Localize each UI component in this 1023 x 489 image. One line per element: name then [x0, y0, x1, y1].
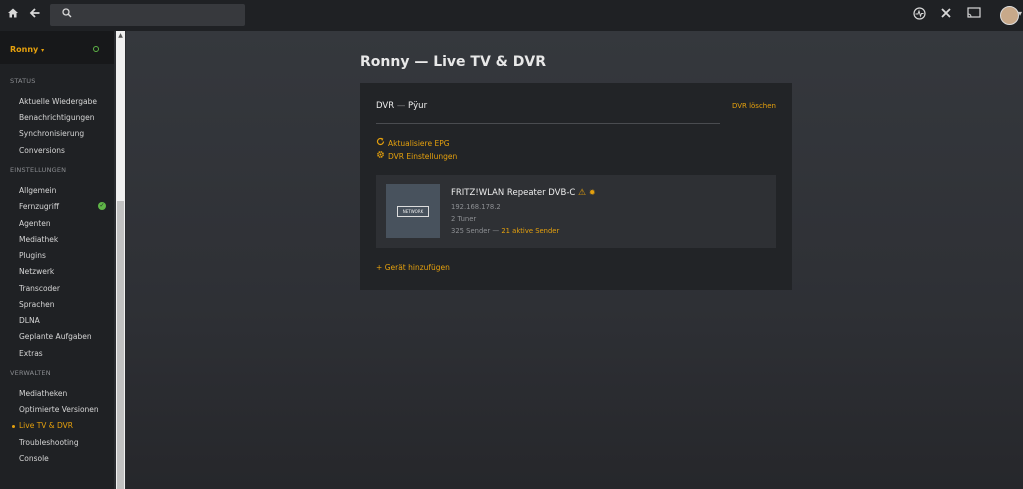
user-name[interactable]: Ronny ▾ — [10, 45, 44, 54]
dvr-settings-link[interactable]: DVR Einstellungen — [376, 150, 457, 161]
plus-icon: + — [376, 263, 383, 272]
avatar[interactable] — [1000, 6, 1019, 25]
dvr-title: DVR — Pÿur — [376, 101, 427, 111]
cast-icon[interactable] — [966, 7, 982, 23]
scrollbar-thumb[interactable] — [117, 201, 124, 489]
page-title: Ronny — Live TV & DVR — [360, 54, 546, 70]
sidebar-item-sprachen[interactable]: Sprachen — [19, 300, 54, 309]
check-icon: ✓ — [98, 202, 106, 210]
device-tuners: 2 Tuner — [451, 215, 477, 223]
sidebar-item-optimierte-versionen[interactable]: Optimierte Versionen — [19, 405, 99, 414]
tools-icon[interactable] — [938, 7, 954, 23]
device-channels: 325 Sender — 21 aktive Sender — [451, 227, 559, 235]
section-heading-verwalten: VERWALTEN — [10, 369, 51, 377]
activity-icon[interactable] — [911, 7, 927, 23]
chevron-down-icon[interactable]: ▾ — [1018, 9, 1022, 18]
home-icon[interactable] — [5, 7, 21, 23]
dvr-panel: DVR — Pÿur DVR löschen Aktualisiere EPG … — [360, 83, 792, 290]
sidebar-item-live-tv-dvr[interactable]: Live TV & DVR — [19, 421, 73, 430]
device-channel-count: 325 Sender — — [451, 227, 500, 235]
sidebar-item-benachrichtigungen[interactable]: Benachrichtigungen — [19, 113, 94, 122]
device-thumbnail: NETWORK — [386, 184, 440, 238]
sidebar-item-mediathek[interactable]: Mediathek — [19, 235, 58, 244]
sidebar-item-dlna[interactable]: DLNA — [19, 316, 40, 325]
sidebar-item-allgemein[interactable]: Allgemein — [19, 186, 56, 195]
section-heading-einstellungen: EINSTELLUNGEN — [10, 166, 67, 174]
main-content: Ronny — Live TV & DVR DVR — Pÿur DVR lös… — [126, 31, 1023, 489]
sidebar-item-transcoder[interactable]: Transcoder — [19, 284, 60, 293]
refresh-epg-label: Aktualisiere EPG — [388, 139, 450, 148]
sidebar-item-console[interactable]: Console — [19, 454, 49, 463]
active-channels-link[interactable]: 21 aktive Sender — [501, 227, 559, 235]
device-settings-icon[interactable]: ✹ — [589, 188, 596, 197]
sidebar-scrollbar[interactable]: ▲ — [116, 31, 125, 489]
sidebar-item-mediatheken[interactable]: Mediatheken — [19, 389, 67, 398]
add-device-link[interactable]: + Gerät hinzufügen — [376, 263, 450, 272]
sidebar-item-plugins[interactable]: Plugins — [19, 251, 46, 260]
search-icon — [59, 7, 75, 23]
sidebar-item-aktuelle-wiedergabe[interactable]: Aktuelle Wiedergabe — [19, 97, 97, 106]
refresh-icon — [376, 137, 385, 148]
sidebar-item-geplante-aufgaben[interactable]: Geplante Aufgaben — [19, 332, 92, 341]
device-ip: 192.168.178.2 — [451, 203, 501, 211]
dvr-label: DVR — [376, 101, 395, 111]
top-bar: ▾ — [0, 0, 1023, 31]
sidebar-item-extras[interactable]: Extras — [19, 349, 43, 358]
active-indicator — [12, 425, 15, 428]
user-switcher[interactable]: Ronny ▾ — [0, 31, 114, 64]
gear-icon — [376, 150, 385, 161]
divider — [376, 123, 720, 124]
sidebar-item-fernzugriff[interactable]: Fernzugriff — [19, 202, 59, 211]
scroll-up-icon[interactable]: ▲ — [116, 31, 125, 40]
device-card[interactable]: NETWORK FRITZ!WLAN Repeater DVB-C ⚠ ✹ 19… — [376, 175, 776, 248]
sidebar-item-conversions[interactable]: Conversions — [19, 146, 65, 155]
add-device-label: Gerät hinzufügen — [384, 263, 450, 272]
sidebar-item-troubleshooting[interactable]: Troubleshooting — [19, 438, 79, 447]
server-status-icon — [93, 46, 99, 52]
dvr-provider: Pÿur — [408, 101, 428, 111]
refresh-epg-link[interactable]: Aktualisiere EPG — [376, 137, 450, 148]
section-heading-status: STATUS — [10, 77, 36, 85]
warning-icon[interactable]: ⚠ — [578, 188, 586, 198]
sidebar-item-netzwerk[interactable]: Netzwerk — [19, 267, 54, 276]
network-badge: NETWORK — [397, 206, 429, 217]
sidebar: Ronny ▾ STATUS Aktuelle Wiedergabe Benac… — [0, 31, 114, 489]
dvr-delete-link[interactable]: DVR löschen — [732, 102, 776, 110]
device-name: FRITZ!WLAN Repeater DVB-C ⚠ ✹ — [451, 188, 596, 198]
device-name-label: FRITZ!WLAN Repeater DVB-C — [451, 188, 576, 198]
dvr-separator: — — [396, 101, 406, 111]
back-arrow-icon[interactable] — [27, 7, 43, 23]
search-input[interactable] — [50, 4, 245, 26]
sidebar-item-agenten[interactable]: Agenten — [19, 219, 51, 228]
dvr-settings-label: DVR Einstellungen — [388, 152, 458, 161]
sidebar-item-synchronisierung[interactable]: Synchronisierung — [19, 129, 84, 138]
